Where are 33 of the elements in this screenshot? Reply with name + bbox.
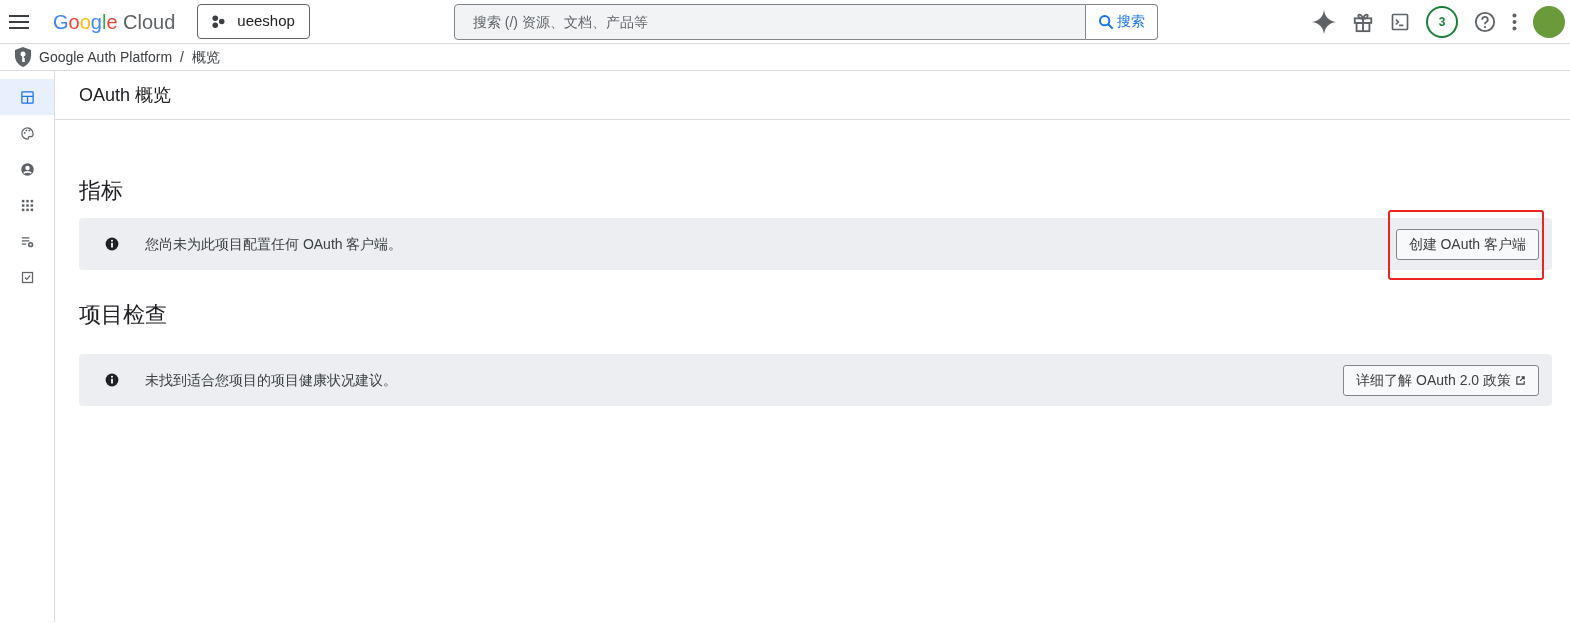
info-message: 您尚未为此项目配置任何 OAuth 客户端。 xyxy=(145,234,404,254)
external-link-icon xyxy=(1515,374,1526,386)
sidebar-item[interactable] xyxy=(0,79,54,115)
google-cloud-logo[interactable]: Google Cloud xyxy=(53,6,176,37)
checkbox-icon xyxy=(19,269,35,285)
project-picker[interactable]: ueeshop xyxy=(197,4,310,39)
sparkle-icon[interactable] xyxy=(1312,9,1336,34)
account-icon xyxy=(19,161,35,177)
project-dots-icon xyxy=(212,15,226,28)
search-icon xyxy=(1097,13,1114,30)
notification-badge[interactable]: 3 xyxy=(1426,5,1458,38)
menu-icon[interactable] xyxy=(9,14,29,29)
search-field[interactable]: 搜索 (/) 资源、文档、产品等 xyxy=(453,3,1086,40)
section-heading: 项目检查 xyxy=(79,301,168,329)
avatar[interactable] xyxy=(1533,5,1565,38)
section-heading: 指标 xyxy=(79,177,124,205)
page-title: OAuth 概览 xyxy=(79,83,172,107)
action-button[interactable]: 创建 OAuth 客户端 xyxy=(1395,228,1539,260)
action-button[interactable]: 详细了解 OAuth 2.0 政策 xyxy=(1343,364,1539,396)
palette-icon xyxy=(19,125,35,141)
info-icon xyxy=(105,237,119,251)
help-icon[interactable] xyxy=(1474,10,1496,33)
info-message: 未找到适合您项目的项目健康状况建议。 xyxy=(145,370,398,390)
dashboard-icon xyxy=(19,89,35,105)
search-button[interactable]: 搜索 xyxy=(1085,3,1158,40)
shield-key-icon xyxy=(14,47,32,67)
breadcrumb-current: 概览 xyxy=(191,47,220,67)
info-icon xyxy=(105,373,119,387)
terminal-icon[interactable] xyxy=(1390,11,1410,32)
breadcrumb-link[interactable]: Google Auth Platform xyxy=(39,46,173,68)
more-options-icon[interactable] xyxy=(1512,12,1517,31)
apps-grid-icon xyxy=(19,197,35,213)
breadcrumb-separator: / xyxy=(180,47,184,67)
